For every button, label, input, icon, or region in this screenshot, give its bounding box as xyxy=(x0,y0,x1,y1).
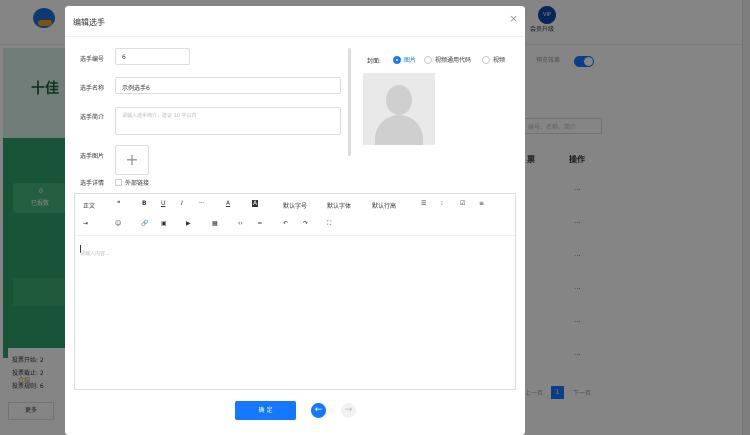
image-upload-button[interactable]: + xyxy=(115,145,149,175)
close-icon[interactable]: × xyxy=(509,12,518,25)
external-link-checkbox[interactable] xyxy=(115,179,122,186)
intro-label: 选手简介 xyxy=(80,114,105,121)
numbered-list-icon[interactable]: ⁝ xyxy=(441,200,443,207)
cover-label: 封面: xyxy=(367,58,382,65)
code-icon[interactable]: ‹› xyxy=(238,220,243,227)
link-icon[interactable]: 🔗 xyxy=(141,220,148,227)
cover-option-video-code[interactable]: 视频通用代码 xyxy=(435,55,471,64)
divider-icon[interactable]: ═ xyxy=(258,220,262,227)
cover-radio-image[interactable] xyxy=(393,56,401,64)
align-icon[interactable]: ≡ xyxy=(479,200,484,207)
column-divider xyxy=(348,48,351,156)
more-styles-icon[interactable]: ··· xyxy=(199,200,205,207)
video-icon[interactable]: ▶ xyxy=(186,220,191,227)
rich-text-editor: 正文 ❝ B U I ··· A A 默认字号 默认字体 默认行高 ☰ ⁝ ☑ … xyxy=(74,193,516,390)
redo-icon[interactable]: ↷ xyxy=(303,220,308,227)
image-icon[interactable]: ▣ xyxy=(161,220,167,227)
confirm-button[interactable]: 确 定 xyxy=(235,401,296,420)
undo-icon[interactable]: ↶ xyxy=(283,220,288,227)
cover-option-video[interactable]: 视频 xyxy=(493,55,505,64)
dialog-title: 编辑选手 xyxy=(73,18,105,27)
quote-icon[interactable]: ❝ xyxy=(117,200,120,207)
bold-icon[interactable]: B xyxy=(142,200,147,207)
avatar-head-icon xyxy=(386,85,412,115)
next-arrow-icon[interactable]: → xyxy=(341,403,356,418)
editor-placeholder[interactable]: 请输入内容... xyxy=(80,250,110,257)
line-height-dropdown[interactable]: 默认行高 xyxy=(372,201,396,210)
avatar-body-icon xyxy=(375,115,423,145)
underline-icon[interactable]: U xyxy=(161,200,165,207)
name-label: 选手名称 xyxy=(80,85,105,92)
detail-label: 选手详情 xyxy=(80,180,105,187)
dialog-header-divider xyxy=(65,36,525,37)
intro-textarea[interactable]: 请输入选手简介，建议 10 字以内 xyxy=(115,107,341,135)
italic-icon[interactable]: I xyxy=(181,200,183,207)
edit-contestant-dialog: 编辑选手 × 选手编号 6 选手名称 示例选手6 选手简介 请输入选手简介，建议… xyxy=(65,6,525,435)
cover-radio-video-code[interactable] xyxy=(424,56,432,64)
todo-icon[interactable]: ☑ xyxy=(460,200,465,207)
font-family-dropdown[interactable]: 默认字体 xyxy=(327,201,351,210)
background-color-icon[interactable]: A xyxy=(252,200,259,207)
image-label: 选手图片 xyxy=(80,153,105,160)
table-icon[interactable]: ▦ xyxy=(212,220,218,227)
font-size-dropdown[interactable]: 默认字号 xyxy=(283,201,307,210)
indent-icon[interactable]: ⇥ xyxy=(83,220,88,227)
previous-arrow-icon[interactable]: ← xyxy=(311,403,326,418)
cover-option-image[interactable]: 图片 xyxy=(404,55,416,64)
editor-toolbar: 正文 ❝ B U I ··· A A 默认字号 默认字体 默认行高 ☰ ⁝ ☑ … xyxy=(75,194,515,236)
cover-image-placeholder[interactable] xyxy=(363,73,435,145)
number-input[interactable]: 6 xyxy=(115,48,190,65)
font-color-icon[interactable]: A xyxy=(226,200,230,207)
name-input[interactable]: 示例选手6 xyxy=(115,77,341,94)
external-link-label: 外部链接 xyxy=(125,180,150,187)
fullscreen-icon[interactable]: ⛶ xyxy=(327,220,331,228)
emoji-icon[interactable]: ☺ xyxy=(115,220,121,227)
cover-radio-video[interactable] xyxy=(482,56,490,64)
number-label: 选手编号 xyxy=(80,56,105,63)
bullet-list-icon[interactable]: ☰ xyxy=(421,200,426,207)
text-style-dropdown[interactable]: 正文 xyxy=(83,201,95,210)
